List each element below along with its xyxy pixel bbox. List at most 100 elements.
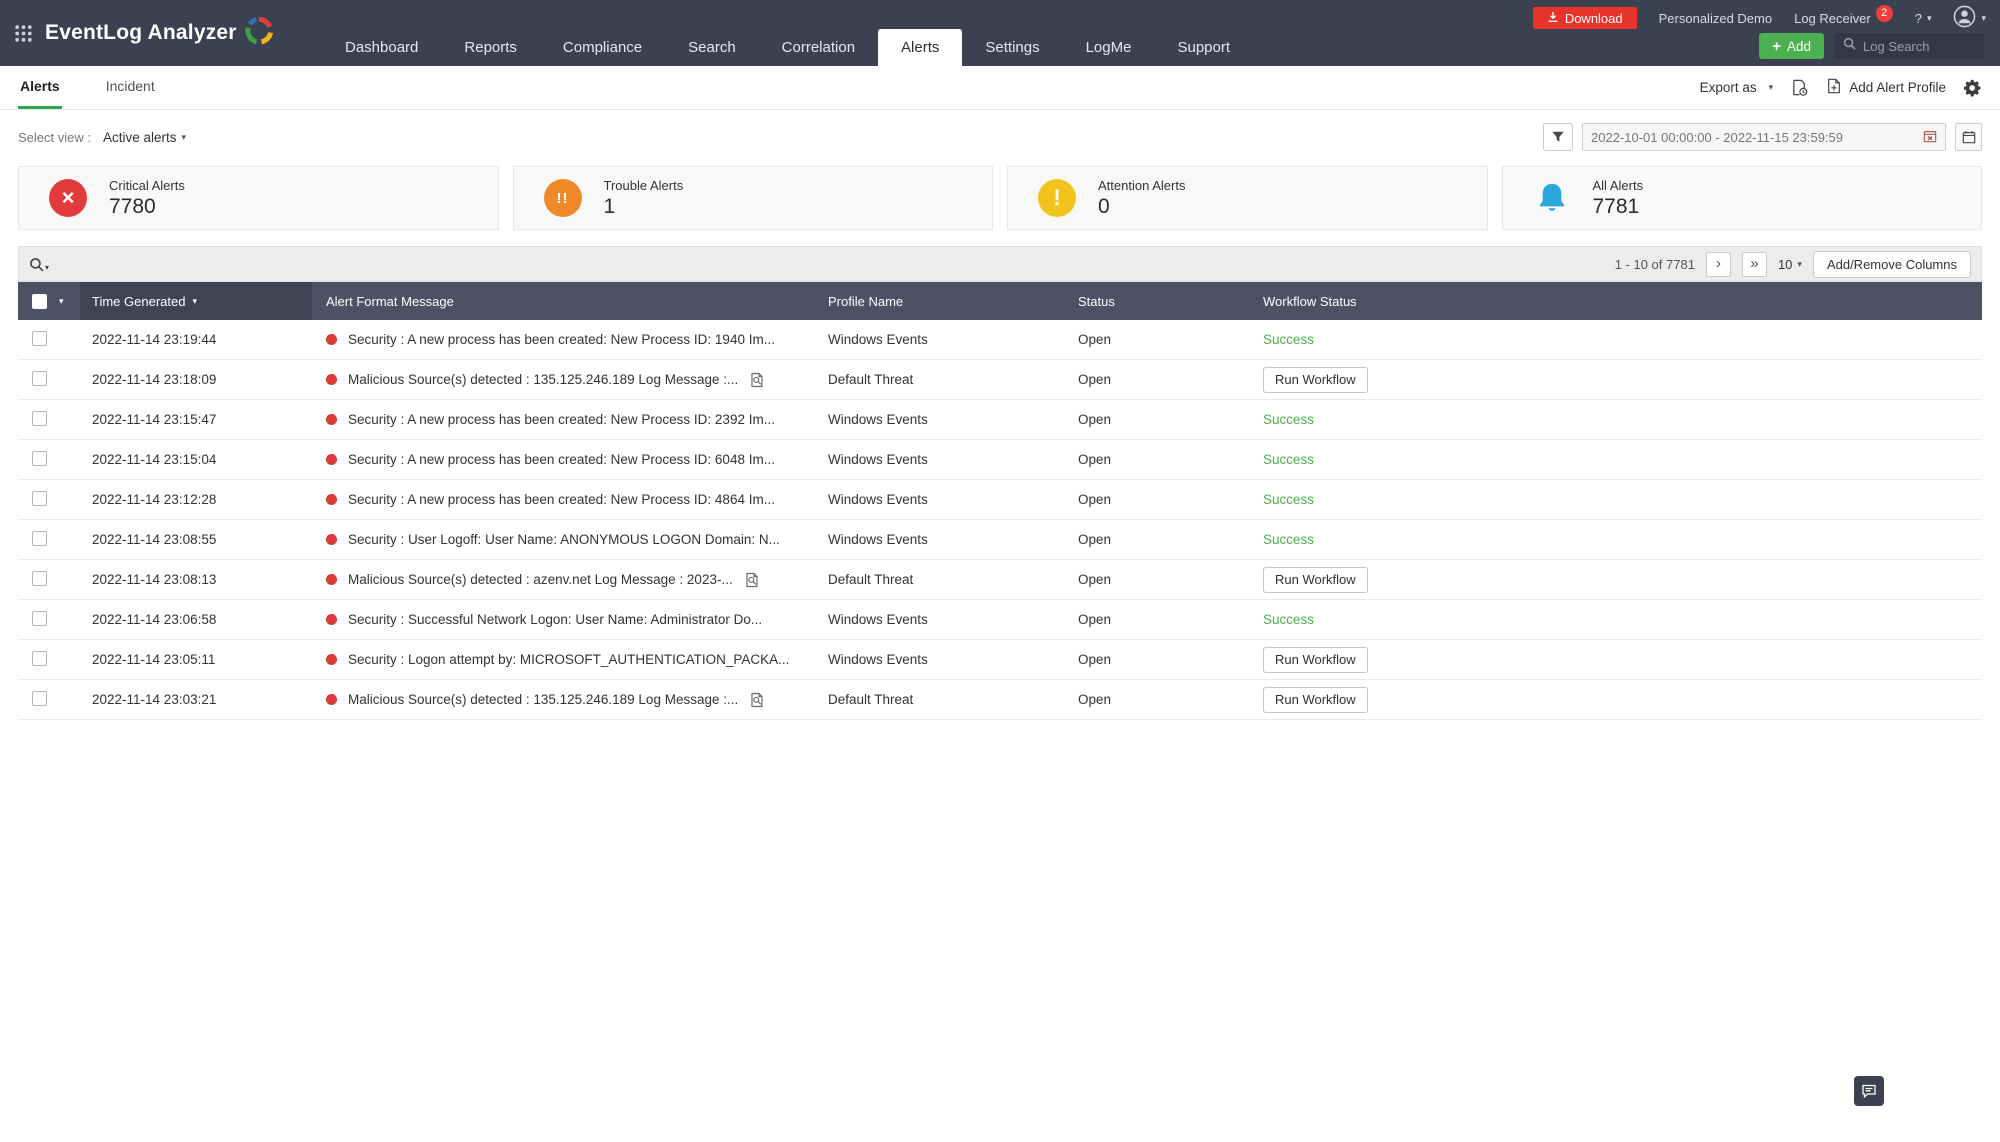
row-message[interactable]: Security : Logon attempt by: MICROSOFT_A… — [348, 652, 789, 667]
chevron-down-icon: ▾ — [182, 132, 187, 143]
row-checkbox[interactable] — [32, 331, 47, 346]
severity-dot-icon — [326, 614, 337, 625]
select-view-label: Select view : — [18, 130, 91, 145]
help-menu[interactable]: ?▾ — [1915, 11, 1932, 26]
nav-item-dashboard[interactable]: Dashboard — [322, 29, 441, 66]
next-page-button[interactable]: › — [1706, 252, 1731, 277]
tab-incident[interactable]: Incident — [104, 66, 157, 109]
add-alert-profile-button[interactable]: Add Alert Profile — [1826, 78, 1946, 97]
log-receiver-link[interactable]: Log Receiver 2 — [1794, 10, 1893, 27]
nav-item-compliance[interactable]: Compliance — [540, 29, 665, 66]
run-workflow-button[interactable]: Run Workflow — [1263, 367, 1368, 393]
row-time: 2022-11-14 23:03:21 — [80, 692, 312, 707]
column-profile-name[interactable]: Profile Name — [822, 282, 1072, 320]
row-time: 2022-11-14 23:15:47 — [80, 412, 312, 427]
nav-item-reports[interactable]: Reports — [441, 29, 540, 66]
row-checkbox[interactable] — [32, 571, 47, 586]
row-message[interactable]: Malicious Source(s) detected : 135.125.2… — [348, 692, 738, 707]
run-workflow-button[interactable]: Run Workflow — [1263, 647, 1368, 673]
row-checkbox[interactable] — [32, 691, 47, 706]
download-button[interactable]: Download — [1533, 7, 1637, 29]
row-status: Open — [1072, 612, 1257, 627]
row-message[interactable]: Malicious Source(s) detected : 135.125.2… — [348, 372, 738, 387]
tab-alerts[interactable]: Alerts — [18, 66, 62, 109]
row-time: 2022-11-14 23:15:04 — [80, 452, 312, 467]
clear-date-icon[interactable] — [1923, 129, 1937, 146]
column-alert-format-message[interactable]: Alert Format Message — [312, 282, 822, 320]
summary-card-attention-alerts[interactable]: ! Attention Alerts 0 — [1007, 166, 1488, 230]
add-button[interactable]: +Add — [1759, 33, 1824, 59]
nav-item-support[interactable]: Support — [1154, 29, 1253, 66]
chat-bubble-icon — [1861, 1083, 1877, 1099]
column-workflow-status[interactable]: Workflow Status — [1257, 282, 1982, 320]
severity-dot-icon — [326, 454, 337, 465]
page-size-dropdown[interactable]: 10▾ — [1778, 257, 1802, 272]
row-checkbox[interactable] — [32, 411, 47, 426]
schedule-report-icon[interactable] — [1791, 79, 1808, 96]
column-status[interactable]: Status — [1072, 282, 1257, 320]
row-message[interactable]: Security : A new process has been create… — [348, 332, 775, 347]
apps-grid-icon[interactable] — [14, 24, 33, 43]
view-dropdown[interactable]: Active alerts▾ — [103, 130, 186, 145]
summary-card-all-alerts[interactable]: All Alerts 7781 — [1502, 166, 1983, 230]
table-search-icon[interactable]: ▾ — [29, 257, 49, 272]
severity-dot-icon — [326, 654, 337, 665]
table-row: 2022-11-14 23:05:11 Security : Logon att… — [18, 640, 1982, 680]
sort-desc-icon: ▾ — [192, 296, 197, 307]
row-message[interactable]: Security : User Logoff: User Name: ANONY… — [348, 532, 780, 547]
column-time-generated[interactable]: Time Generated▾ — [80, 282, 312, 320]
export-as-dropdown[interactable]: Export as▾ — [1700, 80, 1774, 95]
summary-card-trouble-alerts[interactable]: !! Trouble Alerts 1 — [513, 166, 994, 230]
date-range-input[interactable]: 2022-10-01 00:00:00 - 2022-11-15 23:59:5… — [1582, 123, 1946, 151]
table-body: 2022-11-14 23:19:44 Security : A new pro… — [18, 320, 1982, 720]
settings-gear-icon[interactable] — [1964, 79, 1982, 97]
card-icon: × — [49, 179, 87, 217]
row-checkbox[interactable] — [32, 371, 47, 386]
row-checkbox[interactable] — [32, 651, 47, 666]
row-message[interactable]: Security : A new process has been create… — [348, 492, 775, 507]
nav-item-alerts[interactable]: Alerts — [878, 29, 962, 66]
row-message[interactable]: Malicious Source(s) detected : azenv.net… — [348, 572, 733, 587]
last-page-button[interactable]: » — [1742, 252, 1767, 277]
nav-item-correlation[interactable]: Correlation — [759, 29, 878, 66]
personalized-demo-link[interactable]: Personalized Demo — [1659, 11, 1772, 26]
log-search-box[interactable] — [1834, 33, 1984, 59]
feedback-chat-button[interactable] — [1854, 1076, 1884, 1106]
run-workflow-button[interactable]: Run Workflow — [1263, 567, 1368, 593]
card-label: Trouble Alerts — [604, 178, 684, 193]
filter-funnel-button[interactable] — [1543, 123, 1573, 151]
card-icon: !! — [544, 179, 582, 217]
run-workflow-button[interactable]: Run Workflow — [1263, 687, 1368, 713]
row-message[interactable]: Security : A new process has been create… — [348, 412, 775, 427]
select-all-checkbox[interactable] — [32, 294, 47, 309]
calendar-button[interactable] — [1955, 123, 1982, 151]
nav-item-logme[interactable]: LogMe — [1063, 29, 1155, 66]
account-menu[interactable]: ▾ — [1953, 5, 1986, 31]
row-message[interactable]: Security : A new process has been create… — [348, 452, 775, 467]
view-log-icon[interactable] — [749, 372, 765, 388]
severity-dot-icon — [326, 534, 337, 545]
app-title: EventLog Analyzer — [45, 21, 237, 45]
subtab-bar: Alerts Incident Export as▾ Add Alert Pro… — [0, 66, 2000, 110]
card-value: 1 — [604, 195, 684, 219]
notification-badge[interactable]: 2 — [1876, 5, 1893, 22]
nav-item-search[interactable]: Search — [665, 29, 759, 66]
chevron-down-icon[interactable]: ▾ — [59, 296, 64, 307]
summary-card-critical-alerts[interactable]: × Critical Alerts 7780 — [18, 166, 499, 230]
row-checkbox[interactable] — [32, 611, 47, 626]
row-message[interactable]: Security : Successful Network Logon: Use… — [348, 612, 762, 627]
row-checkbox[interactable] — [32, 451, 47, 466]
log-search-input[interactable] — [1863, 39, 1975, 54]
add-remove-columns-button[interactable]: Add/Remove Columns — [1813, 251, 1971, 278]
view-log-icon[interactable] — [744, 572, 760, 588]
manageengine-swirl-icon — [244, 16, 274, 51]
nav-item-settings[interactable]: Settings — [962, 29, 1062, 66]
table-toolbar: ▾ 1 - 10 of 7781 › » 10▾ Add/Remove Colu… — [18, 246, 1982, 282]
row-checkbox[interactable] — [32, 491, 47, 506]
row-profile: Windows Events — [822, 452, 1072, 467]
app-logo: EventLog Analyzer — [45, 16, 274, 51]
row-time: 2022-11-14 23:08:55 — [80, 532, 312, 547]
row-checkbox[interactable] — [32, 531, 47, 546]
view-log-icon[interactable] — [749, 692, 765, 708]
card-label: Attention Alerts — [1098, 178, 1185, 193]
